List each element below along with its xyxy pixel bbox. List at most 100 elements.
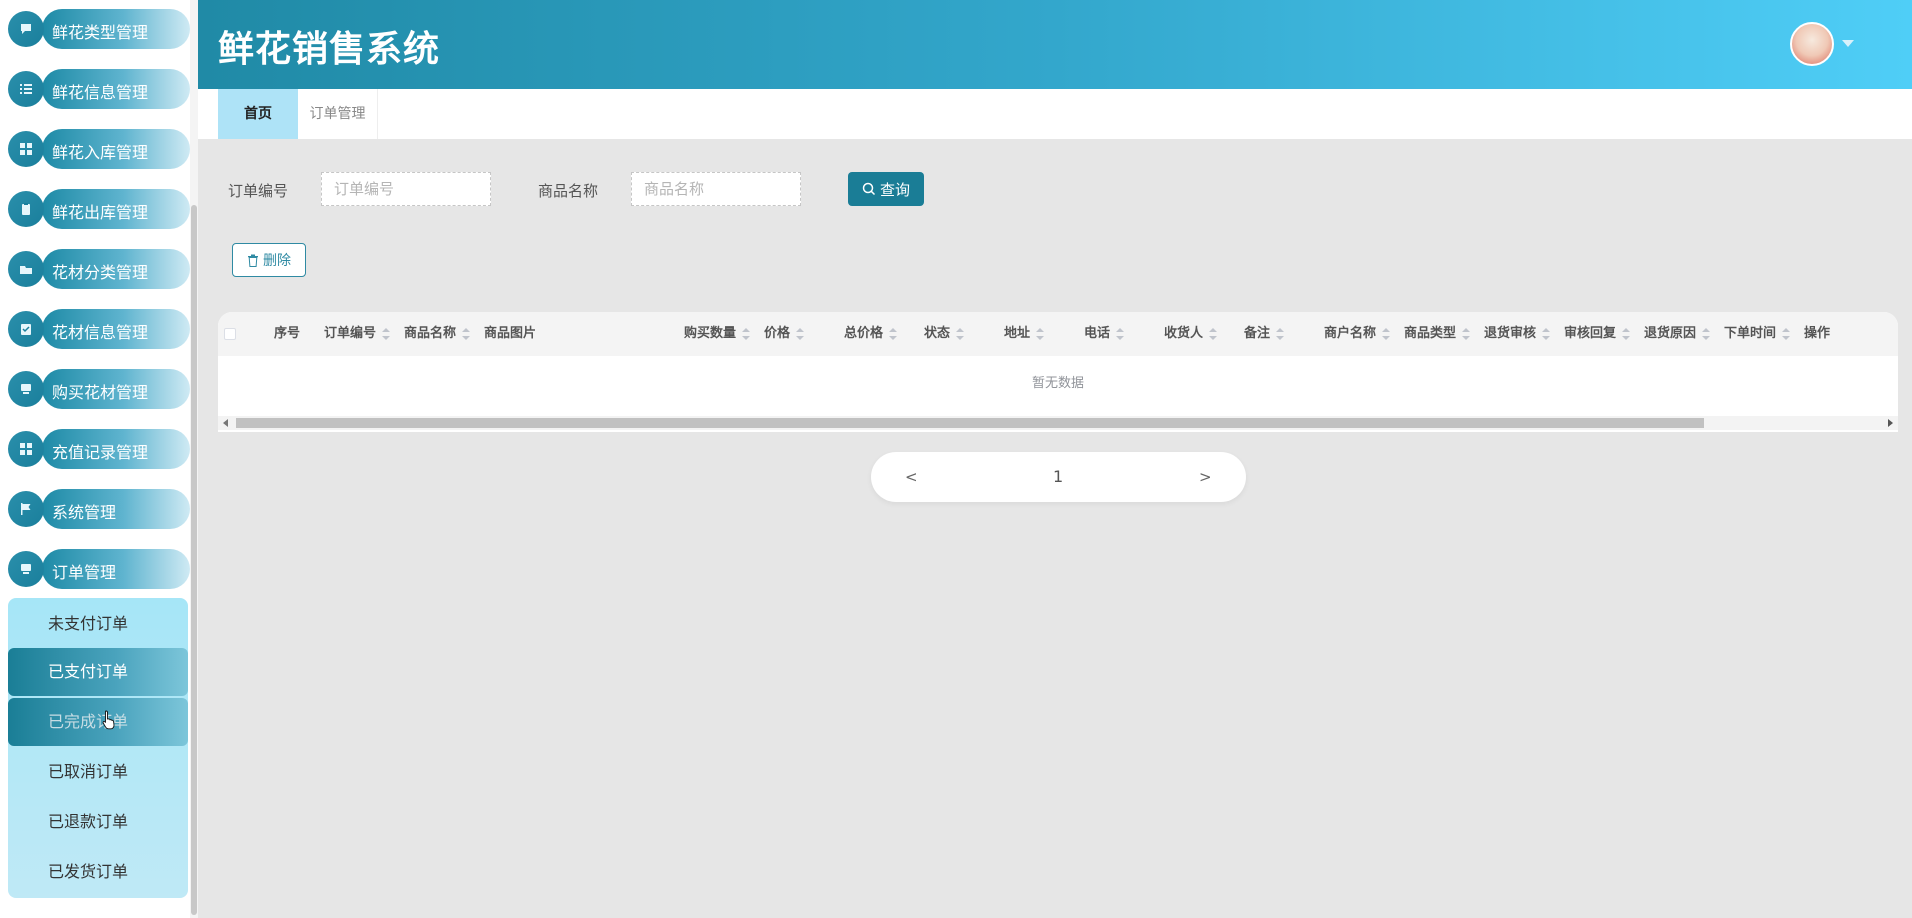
- sort-icon[interactable]: [956, 328, 965, 340]
- column-header[interactable]: 价格: [764, 312, 805, 356]
- column-header: 序号: [274, 312, 300, 356]
- column-header[interactable]: 总价格: [844, 312, 898, 356]
- sidebar-item-label: 购买花材管理: [52, 383, 149, 402]
- sort-icon[interactable]: [1209, 328, 1218, 340]
- sidebar-item-label: 花材信息管理: [52, 323, 149, 342]
- column-header[interactable]: 地址: [1004, 312, 1045, 356]
- column-header-label: 价格: [764, 326, 791, 341]
- sort-icon[interactable]: [1782, 328, 1791, 340]
- empty-state: 暂无数据: [1031, 376, 1084, 391]
- submenu-item-paid[interactable]: 已支付订单: [8, 648, 188, 696]
- tab-orders[interactable]: 订单管理: [298, 89, 378, 139]
- clipboard-icon: [8, 191, 44, 227]
- query-button[interactable]: 查询: [848, 172, 924, 206]
- column-header-label: 地址: [1004, 326, 1031, 341]
- column-header[interactable]: 状态: [924, 312, 965, 356]
- pagination: < 1 >: [871, 452, 1246, 502]
- sort-icon[interactable]: [742, 328, 751, 340]
- top-header: 鲜花销售系统: [198, 0, 1912, 89]
- product-name-input[interactable]: [631, 172, 801, 206]
- column-header[interactable]: 商品类型: [1404, 312, 1471, 356]
- column-header[interactable]: 审核回复: [1564, 312, 1631, 356]
- sidebar-item-purchase-materials[interactable]: 购买花材管理: [8, 367, 190, 411]
- grid-icon: [8, 431, 44, 467]
- page-number-1[interactable]: 1: [1053, 452, 1063, 502]
- column-header-label: 总价格: [844, 326, 884, 341]
- chat-icon: [8, 11, 44, 47]
- sidebar-item-system[interactable]: 系统管理: [8, 487, 190, 531]
- orders-table: 序号 订单编号 商品名称 商品图片 购买数量 价格 总价格 状态 地址 电话 收货人 备注 商户名称 商品…: [218, 312, 1898, 432]
- column-header-label: 退货原因: [1644, 326, 1697, 341]
- submenu-item-refunded[interactable]: 已退款订单: [8, 798, 188, 846]
- prev-page-button[interactable]: <: [905, 452, 918, 502]
- sort-icon[interactable]: [1116, 328, 1125, 340]
- sidebar-item-material-info[interactable]: 花材信息管理: [8, 307, 190, 351]
- sidebar-scrollbar-thumb[interactable]: [191, 205, 197, 915]
- column-header-label: 商品图片: [484, 326, 537, 341]
- avatar[interactable]: [1790, 22, 1834, 66]
- hand-cursor-icon: [102, 710, 115, 730]
- submenu-item-completed[interactable]: 已完成订单: [8, 698, 188, 746]
- sidebar-item-flower-stock-out[interactable]: 鲜花出库管理: [8, 187, 190, 231]
- sidebar-item-label: 充值记录管理: [52, 443, 149, 462]
- sort-icon[interactable]: [1622, 328, 1631, 340]
- column-header-label: 商户名称: [1324, 326, 1377, 341]
- sidebar-item-orders[interactable]: 订单管理: [8, 547, 190, 591]
- trash-icon: [248, 254, 258, 267]
- list-icon: [8, 71, 44, 107]
- sort-icon[interactable]: [1542, 328, 1551, 340]
- table-horizontal-scrollbar[interactable]: [218, 416, 1898, 430]
- grid-icon: [8, 131, 44, 167]
- sort-icon[interactable]: [1382, 328, 1391, 340]
- column-header[interactable]: 退货审核: [1484, 312, 1551, 356]
- column-header[interactable]: 商户名称: [1324, 312, 1391, 356]
- sidebar: 鲜花类型管理 鲜花信息管理 鲜花入库管理 鲜花出库管理 花材分类管理 花材信息管…: [0, 0, 198, 918]
- sort-icon[interactable]: [889, 328, 898, 340]
- column-header-label: 购买数量: [684, 326, 737, 341]
- sidebar-item-flower-types[interactable]: 鲜花类型管理: [8, 7, 190, 51]
- scroll-left-arrow-icon[interactable]: [223, 419, 228, 427]
- column-header[interactable]: 退货原因: [1644, 312, 1711, 356]
- column-header[interactable]: 订单编号: [324, 312, 391, 356]
- column-header-label: 商品名称: [404, 326, 457, 341]
- column-header[interactable]: 购买数量: [684, 312, 751, 356]
- sort-icon[interactable]: [462, 328, 471, 340]
- flag-icon: [8, 491, 44, 527]
- sort-icon[interactable]: [1462, 328, 1471, 340]
- sidebar-item-material-categories[interactable]: 花材分类管理: [8, 247, 190, 291]
- chevron-down-icon[interactable]: [1842, 40, 1854, 47]
- sort-icon[interactable]: [382, 328, 391, 340]
- submenu-item-shipped[interactable]: 已发货订单: [8, 848, 188, 896]
- sidebar-item-flower-stock-in[interactable]: 鲜花入库管理: [8, 127, 190, 171]
- sort-icon[interactable]: [796, 328, 805, 340]
- submenu-item-label: 已完成订单: [48, 712, 129, 731]
- delete-button[interactable]: 删除: [232, 243, 306, 277]
- next-page-button[interactable]: >: [1199, 452, 1212, 502]
- select-all-checkbox[interactable]: [224, 328, 236, 340]
- column-header-label: 订单编号: [324, 326, 377, 341]
- sidebar-item-flower-info[interactable]: 鲜花信息管理: [8, 67, 190, 111]
- sidebar-item-recharge-records[interactable]: 充值记录管理: [8, 427, 190, 471]
- submenu-item-cancelled[interactable]: 已取消订单: [8, 748, 188, 796]
- column-header-label: 序号: [274, 326, 301, 341]
- sort-icon[interactable]: [1702, 328, 1711, 340]
- column-header[interactable]: 备注: [1244, 312, 1285, 356]
- column-header[interactable]: 收货人: [1164, 312, 1218, 356]
- table-header: 序号 订单编号 商品名称 商品图片 购买数量 价格 总价格 状态 地址 电话 收货人 备注 商户名称 商品…: [218, 312, 1898, 356]
- search-icon: [862, 182, 876, 196]
- table-scrollbar-thumb[interactable]: [236, 418, 1704, 428]
- tab-home[interactable]: 首页: [218, 89, 298, 139]
- tab-bar: 首页 订单管理: [198, 89, 1912, 139]
- folder-icon: [8, 251, 44, 287]
- order-no-input[interactable]: [321, 172, 491, 206]
- sidebar-item-label: 系统管理: [52, 503, 117, 522]
- column-header-label: 审核回复: [1564, 326, 1617, 341]
- column-header[interactable]: 商品名称: [404, 312, 471, 356]
- submenu-item-unpaid[interactable]: 未支付订单: [8, 600, 188, 648]
- column-header[interactable]: 电话: [1084, 312, 1125, 356]
- sidebar-item-label: 鲜花信息管理: [52, 83, 149, 102]
- sort-icon[interactable]: [1036, 328, 1045, 340]
- sort-icon[interactable]: [1276, 328, 1285, 340]
- scroll-right-arrow-icon[interactable]: [1888, 419, 1893, 427]
- column-header[interactable]: 下单时间: [1724, 312, 1791, 356]
